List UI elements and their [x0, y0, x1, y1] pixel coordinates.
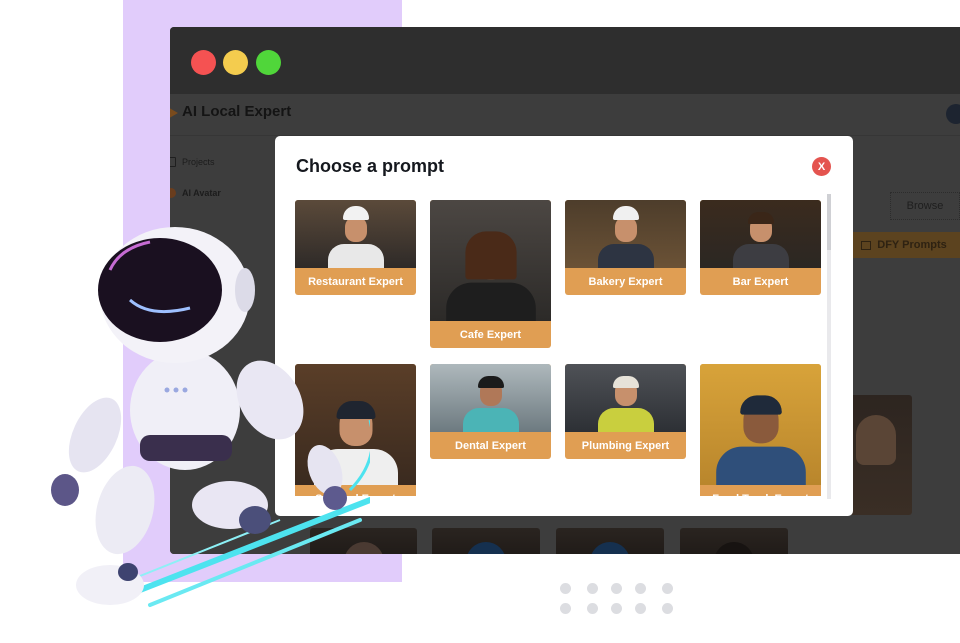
prompt-card-plumbing[interactable]: Plumbing Expert — [565, 364, 686, 459]
prompt-card-bar[interactable]: Bar Expert — [700, 200, 821, 295]
folder-icon — [170, 157, 176, 167]
robot-mascot-illustration — [51, 227, 370, 607]
user-avatar[interactable] — [946, 104, 960, 124]
prompt-grid: Restaurant Expert Cafe Expert Bakery Exp… — [295, 200, 825, 496]
window-maximize-button[interactable] — [256, 50, 281, 75]
avatar-icon — [170, 188, 176, 198]
app-title: AI Local Expert — [182, 103, 292, 120]
logo-icon — [170, 106, 178, 120]
card-image — [700, 200, 821, 268]
card-image — [565, 200, 686, 268]
window-titlebar — [170, 27, 960, 94]
sidebar-item-label: Projects — [182, 157, 215, 167]
sidebar-item-projects[interactable]: Projects — [170, 157, 215, 167]
card-label: Food Truck Expert — [700, 485, 821, 497]
dfy-prompts-button[interactable]: DFY Prompts — [848, 232, 960, 258]
stage: AI Local Expert Projects AI Avatar Brows… — [0, 0, 960, 643]
prompt-card-cafe[interactable]: Cafe Expert — [430, 200, 551, 348]
window-minimize-button[interactable] — [223, 50, 248, 75]
card-image — [430, 200, 551, 321]
card-label: Dental Expert — [455, 439, 526, 452]
card-image — [565, 364, 686, 432]
window-close-button[interactable] — [191, 50, 216, 75]
background-avatar-card — [432, 528, 540, 554]
card-label: Bakery Expert — [588, 275, 663, 288]
modal-close-button[interactable]: X — [812, 157, 831, 176]
list-icon — [861, 240, 872, 250]
card-label: Plumbing Expert — [581, 439, 670, 452]
modal-title: Choose a prompt — [296, 156, 445, 176]
app-header: AI Local Expert — [170, 94, 960, 136]
background-avatar-card — [680, 528, 788, 554]
card-image — [430, 364, 551, 432]
browse-button[interactable]: Browse — [890, 192, 960, 220]
card-label: Bar Expert — [732, 275, 789, 288]
sidebar-item-ai-avatar[interactable]: AI Avatar — [170, 188, 221, 198]
background-avatar-card — [556, 528, 664, 554]
prompt-card-dental[interactable]: Dental Expert — [430, 364, 551, 459]
prompt-card-bakery[interactable]: Bakery Expert — [565, 200, 686, 295]
dfy-prompts-label: DFY Prompts — [877, 239, 947, 251]
card-image — [700, 364, 821, 485]
modal-scrollbar[interactable] — [827, 194, 831, 499]
card-label: Cafe Expert — [459, 328, 522, 341]
scrollbar-thumb[interactable] — [827, 194, 831, 250]
prompt-card-food-truck[interactable]: Food Truck Expert — [700, 364, 821, 496]
sidebar-item-label: AI Avatar — [182, 188, 221, 198]
